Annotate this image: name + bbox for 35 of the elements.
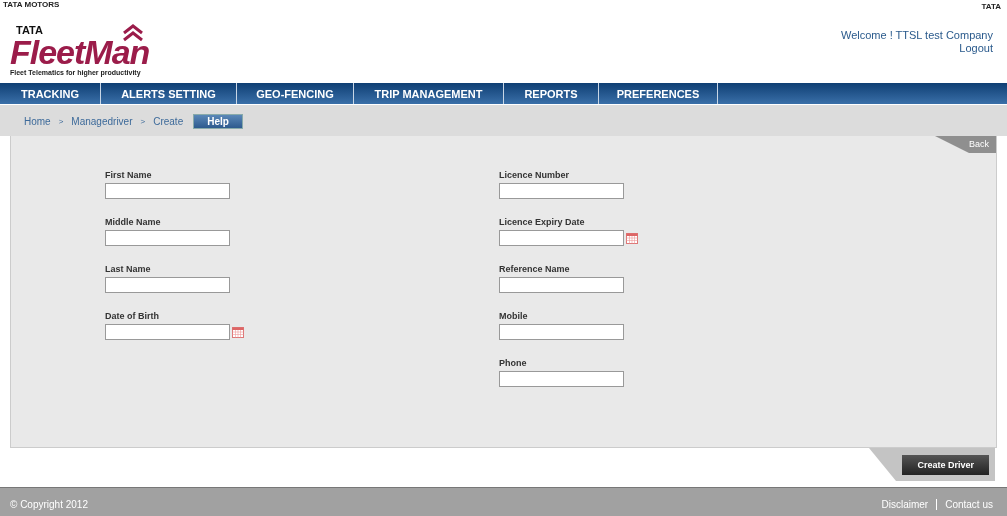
copyright-text: © Copyright 2012 [10, 499, 88, 510]
logout-link[interactable]: Logout [959, 42, 993, 55]
input-field[interactable] [499, 371, 624, 387]
corner-logo-text: TATA [981, 2, 1001, 11]
input-field[interactable] [105, 230, 230, 246]
chevron-icon [122, 24, 144, 42]
help-button[interactable]: Help [193, 114, 243, 129]
input-field[interactable] [499, 230, 624, 246]
field-label: Date of Birth [105, 311, 159, 321]
logo-text: TATA [16, 24, 43, 36]
welcome-text: Welcome ! TTSL test Company [840, 29, 993, 42]
create-driver-button[interactable]: Create Driver [902, 454, 989, 475]
brand-text: TATA MOTORS [3, 0, 60, 9]
field-label: Mobile [499, 311, 528, 321]
input-field[interactable] [105, 183, 230, 199]
field-label: Reference Name [499, 264, 570, 274]
breadcrumb-link[interactable]: Managedriver [71, 116, 133, 127]
input-field[interactable] [499, 183, 624, 199]
input-field[interactable] [105, 277, 230, 293]
field-label: Licence Number [499, 170, 570, 180]
field-label: Phone [499, 358, 527, 368]
calendar-icon[interactable] [626, 232, 638, 244]
separator-text: > [140, 117, 146, 126]
logo-wordmark: FleetMan [10, 36, 150, 68]
input-field[interactable] [499, 277, 624, 293]
field-label: Last Name [105, 264, 151, 274]
input-field[interactable] [105, 324, 230, 340]
field-label: First Name [105, 170, 152, 180]
separator-text: > [58, 117, 64, 126]
field-label: Licence Expiry Date [499, 217, 585, 227]
input-field[interactable] [499, 324, 624, 340]
field-label: Middle Name [105, 217, 161, 227]
calendar-icon[interactable] [232, 326, 244, 338]
breadcrumb-link[interactable]: Home [24, 116, 51, 127]
breadcrumb-link[interactable]: Create [153, 116, 184, 127]
